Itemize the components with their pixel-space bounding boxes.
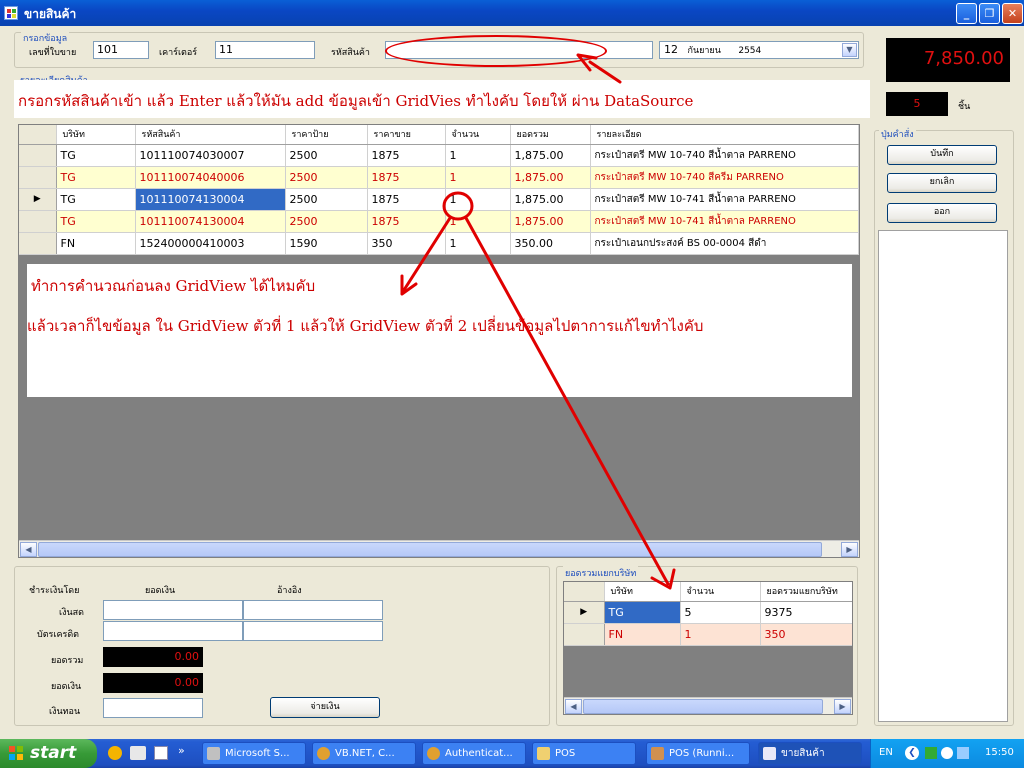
task-label: VB.NET, C... (335, 748, 395, 759)
task-label: POS (Runni... (669, 748, 735, 759)
task-label: Authenticat... (445, 748, 513, 759)
arrow-head (400, 274, 418, 296)
browser-icon (317, 747, 330, 760)
taskbar: start » Microsoft S... VB.NET, C... Auth… (0, 739, 1024, 768)
display-icon[interactable] (957, 747, 969, 759)
chevron-left-icon[interactable]: ❮ (905, 746, 919, 760)
task-label: POS (555, 748, 576, 759)
annotation-circle (442, 191, 474, 221)
clock: 15:50 (985, 747, 1014, 758)
arrow-to-question (402, 216, 452, 292)
task-label: ขายสินค้า (781, 748, 825, 759)
browser-icon (427, 747, 440, 760)
language-indicator[interactable]: EN (879, 747, 893, 758)
quicklaunch-icon[interactable] (108, 746, 122, 760)
windows-flag-icon (9, 746, 23, 760)
app-icon (207, 747, 220, 760)
taskbar-item-active[interactable]: ขายสินค้า (758, 742, 862, 765)
taskbar-item[interactable]: Microsoft S... (202, 742, 306, 765)
folder-icon (537, 747, 550, 760)
quicklaunch-icon[interactable] (154, 746, 168, 760)
taskbar-item[interactable]: POS (Runni... (646, 742, 750, 765)
quicklaunch-icon[interactable] (130, 746, 146, 760)
arrow-to-product-code (588, 60, 622, 84)
taskbar-item[interactable]: Authenticat... (422, 742, 526, 765)
system-tray: EN ❮ 15:50 (870, 739, 1024, 768)
start-label: start (30, 743, 77, 763)
visual-studio-icon (651, 747, 664, 760)
chevron-more-icon[interactable]: » (178, 744, 185, 757)
task-label: Microsoft S... (225, 748, 290, 759)
taskbar-item[interactable]: VB.NET, C... (312, 742, 416, 765)
app-icon (763, 747, 776, 760)
arrow-to-summary (464, 216, 670, 586)
network-icon[interactable] (925, 747, 937, 759)
annotation-arrows (400, 53, 676, 590)
start-button[interactable]: start (0, 739, 97, 768)
update-icon[interactable] (941, 747, 953, 759)
taskbar-item[interactable]: POS (532, 742, 636, 765)
